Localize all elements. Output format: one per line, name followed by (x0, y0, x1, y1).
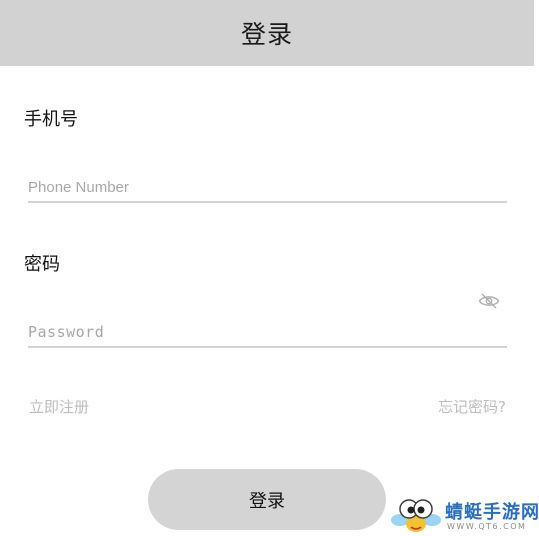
dragonfly-mascot-logo (391, 499, 441, 532)
password-input[interactable] (28, 318, 468, 346)
watermark: 蜻蜓手游网 WWW.QT6.COM (390, 494, 539, 536)
password-field[interactable] (28, 293, 507, 348)
eye-slash-icon[interactable] (478, 292, 500, 310)
watermark-name: 蜻蜓手游网 (445, 502, 539, 523)
phone-label: 手机号 (24, 109, 78, 130)
password-label: 密码 (24, 254, 60, 275)
app-bar: 登录 (0, 0, 534, 66)
phone-underline (28, 201, 507, 203)
page-title: 登录 (240, 20, 293, 49)
password-underline (28, 346, 507, 348)
watermark-url: WWW.QT6.COM (447, 522, 527, 531)
phone-field[interactable] (28, 173, 507, 203)
login-button[interactable]: 登录 (148, 469, 386, 530)
forgot-password-link[interactable]: 忘记密码? (438, 396, 506, 417)
phone-input[interactable] (28, 173, 468, 201)
register-link[interactable]: 立即注册 (29, 396, 89, 417)
header-edge (534, 0, 539, 66)
